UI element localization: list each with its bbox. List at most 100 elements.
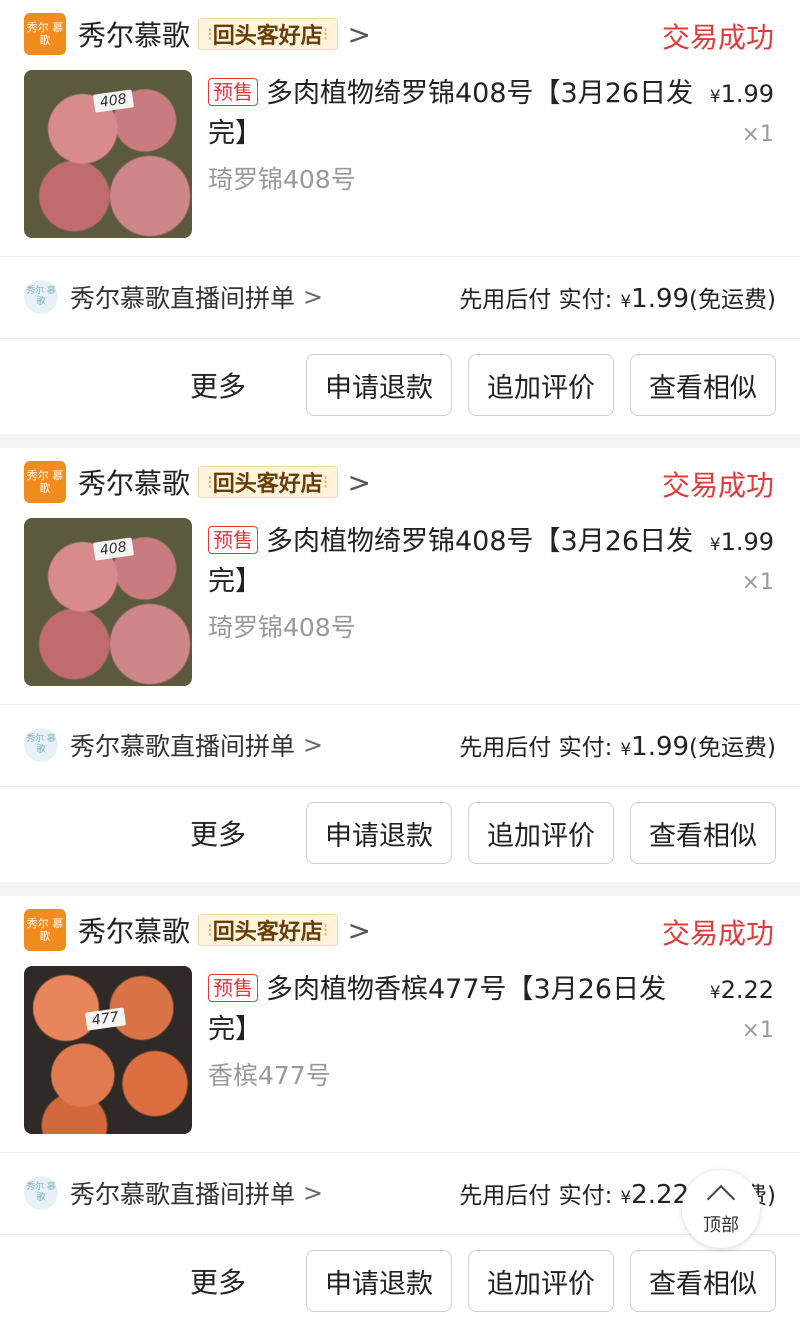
currency-symbol: ¥ — [620, 292, 632, 312]
currency-symbol: ¥ — [709, 87, 721, 107]
paid-label: 实付: — [558, 1183, 613, 1209]
payment-row: 秀尔 慕歌 秀尔慕歌直播间拼单 > 先用后付 实付: ¥ 2.22 (免运费) — [24, 1168, 776, 1218]
thumbnail-label: 408 — [92, 537, 134, 561]
payment-row: 秀尔 慕歌 秀尔慕歌直播间拼单 > 先用后付 实付: ¥ 1.99 (免运费) — [24, 272, 776, 322]
chevron-right-icon[interactable]: > — [303, 283, 323, 311]
live-room-link[interactable]: 秀尔慕歌直播间拼单 — [70, 279, 295, 315]
divider — [0, 256, 800, 257]
product-title: 多肉植物绮罗锦408号【3月26日发完】 — [208, 526, 694, 597]
repeat-customer-badge: ⁝ 回头客好店 ⁝ — [198, 466, 338, 498]
product-thumbnail[interactable]: 408 — [24, 518, 192, 686]
presale-tag: 预售 — [208, 974, 258, 1002]
refund-button[interactable]: 申请退款 — [306, 354, 452, 416]
payment-summary: 先用后付 实付: ¥ 1.99 (免运费) — [459, 728, 776, 762]
divider — [0, 1234, 800, 1235]
more-button[interactable]: 更多 — [190, 365, 246, 405]
order-actions: 更多 申请退款 追加评价 查看相似 — [190, 802, 776, 864]
price-value: 1.99 — [720, 528, 774, 556]
divider — [0, 338, 800, 339]
shop-logo: 秀尔 慕歌 — [24, 13, 66, 55]
chevron-right-icon[interactable]: > — [348, 466, 371, 499]
order-status: 交易成功 — [661, 469, 774, 502]
chevron-right-icon[interactable]: > — [348, 18, 371, 51]
add-review-button[interactable]: 追加评价 — [468, 1250, 614, 1312]
shipping-note: (免运费) — [689, 735, 776, 761]
pay-method: 先用后付 — [459, 1183, 552, 1209]
paid-amount: 1.99 — [631, 732, 690, 762]
payment-row: 秀尔 慕歌 秀尔慕歌直播间拼单 > 先用后付 实付: ¥ 1.99 (免运费) — [24, 720, 776, 770]
product-thumbnail[interactable]: 408 — [24, 70, 192, 238]
view-similar-button[interactable]: 查看相似 — [630, 1250, 776, 1312]
unit-price: ¥1.99 — [710, 80, 774, 108]
add-review-button[interactable]: 追加评价 — [468, 354, 614, 416]
live-room-link[interactable]: 秀尔慕歌直播间拼单 — [70, 1175, 295, 1211]
product-thumbnail[interactable]: 477 — [24, 966, 192, 1134]
add-review-button[interactable]: 追加评价 — [468, 802, 614, 864]
currency-symbol: ¥ — [620, 740, 632, 760]
chevron-right-icon[interactable]: > — [303, 731, 323, 759]
badge-label: 回头客好店 — [212, 24, 323, 49]
divider — [0, 1152, 800, 1153]
product-spec: 琦罗锦408号 — [208, 613, 356, 642]
paid-label: 实付: — [558, 735, 613, 761]
product-title: 多肉植物香槟477号【3月26日发完】 — [208, 974, 667, 1045]
chevron-right-icon[interactable]: > — [348, 914, 371, 947]
shop-logo: 秀尔 慕歌 — [24, 461, 66, 503]
product-spec: 琦罗锦408号 — [208, 165, 356, 194]
product-title: 多肉植物绮罗锦408号【3月26日发完】 — [208, 78, 694, 149]
price-value: 1.99 — [720, 80, 774, 108]
shop-name[interactable]: 秀尔慕歌 — [78, 462, 190, 502]
shop-logo: 秀尔 慕歌 — [24, 909, 66, 951]
shop-name[interactable]: 秀尔慕歌 — [78, 14, 190, 54]
chevron-up-icon — [706, 1184, 736, 1214]
more-button[interactable]: 更多 — [190, 1261, 246, 1301]
order-card: 秀尔 慕歌 秀尔慕歌 ⁝ 回头客好店 ⁝ > 交易成功 477 预售 多肉植物香槟… — [0, 896, 800, 1330]
refund-button[interactable]: 申请退款 — [306, 802, 452, 864]
badge-right-deco-icon: ⁝ — [322, 471, 329, 493]
divider — [0, 786, 800, 787]
view-similar-button[interactable]: 查看相似 — [630, 802, 776, 864]
badge-label: 回头客好店 — [212, 472, 323, 497]
price-value: 2.22 — [720, 976, 774, 1004]
live-room-icon: 秀尔 慕歌 — [24, 280, 58, 314]
thumbnail-label: 408 — [92, 89, 134, 113]
product-title-block[interactable]: 预售 多肉植物绮罗锦408号【3月26日发完】 — [208, 522, 698, 602]
paid-amount: 1.99 — [631, 284, 690, 314]
quantity: ×1 — [741, 1018, 774, 1043]
currency-symbol: ¥ — [709, 983, 721, 1003]
order-status: 交易成功 — [661, 917, 774, 950]
refund-button[interactable]: 申请退款 — [306, 1250, 452, 1312]
order-card: 秀尔 慕歌 秀尔慕歌 ⁝ 回头客好店 ⁝ > 交易成功 408 预售 多肉植物绮罗… — [0, 0, 800, 434]
order-card: 秀尔 慕歌 秀尔慕歌 ⁝ 回头客好店 ⁝ > 交易成功 408 预售 多肉植物绮罗… — [0, 448, 800, 882]
badge-label: 回头客好店 — [212, 920, 323, 945]
order-actions: 更多 申请退款 追加评价 查看相似 — [190, 1250, 776, 1312]
paid-amount: 2.22 — [631, 1180, 690, 1210]
view-similar-button[interactable]: 查看相似 — [630, 354, 776, 416]
shop-name[interactable]: 秀尔慕歌 — [78, 910, 190, 950]
presale-tag: 预售 — [208, 526, 258, 554]
paid-label: 实付: — [558, 287, 613, 313]
shop-header[interactable]: 秀尔 慕歌 秀尔慕歌 ⁝ 回头客好店 ⁝ > — [24, 909, 371, 951]
order-status: 交易成功 — [661, 21, 774, 54]
chevron-right-icon[interactable]: > — [303, 1179, 323, 1207]
live-room-icon: 秀尔 慕歌 — [24, 1176, 58, 1210]
shop-header[interactable]: 秀尔 慕歌 秀尔慕歌 ⁝ 回头客好店 ⁝ > — [24, 13, 371, 55]
unit-price: ¥2.22 — [710, 976, 774, 1004]
live-room-link[interactable]: 秀尔慕歌直播间拼单 — [70, 727, 295, 763]
quantity: ×1 — [741, 122, 774, 147]
divider — [0, 704, 800, 705]
product-title-block[interactable]: 预售 多肉植物绮罗锦408号【3月26日发完】 — [208, 74, 698, 154]
back-to-top-label: 顶部 — [703, 1215, 739, 1236]
payment-summary: 先用后付 实付: ¥ 1.99 (免运费) — [459, 280, 776, 314]
more-button[interactable]: 更多 — [190, 813, 246, 853]
product-title-block[interactable]: 预售 多肉植物香槟477号【3月26日发完】 — [208, 970, 698, 1050]
shop-header[interactable]: 秀尔 慕歌 秀尔慕歌 ⁝ 回头客好店 ⁝ > — [24, 461, 371, 503]
product-spec: 香槟477号 — [208, 1061, 331, 1090]
badge-right-deco-icon: ⁝ — [322, 23, 329, 45]
repeat-customer-badge: ⁝ 回头客好店 ⁝ — [198, 914, 338, 946]
badge-right-deco-icon: ⁝ — [322, 919, 329, 941]
order-actions: 更多 申请退款 追加评价 查看相似 — [190, 354, 776, 416]
shipping-note: (免运费) — [689, 287, 776, 313]
back-to-top-button[interactable]: 顶部 — [682, 1170, 760, 1248]
quantity: ×1 — [741, 570, 774, 595]
